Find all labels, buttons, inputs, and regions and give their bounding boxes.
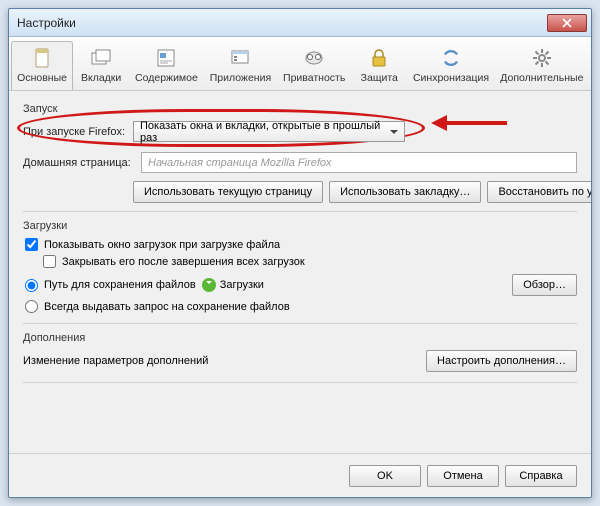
close-icon bbox=[562, 18, 572, 28]
tabs-icon bbox=[89, 46, 113, 70]
content-icon bbox=[154, 46, 178, 70]
tab-general[interactable]: Основные bbox=[11, 41, 73, 90]
general-icon bbox=[30, 46, 54, 70]
privacy-icon bbox=[302, 46, 326, 70]
downloads-folder-icon bbox=[202, 278, 216, 292]
always-ask-label: Всегда выдавать запрос на сохранение фай… bbox=[44, 301, 290, 313]
startup-label: При запуске Firefox: bbox=[23, 126, 125, 138]
addons-section-title: Дополнения bbox=[23, 332, 577, 344]
tab-security[interactable]: Защита bbox=[351, 41, 407, 90]
cancel-button[interactable]: Отмена bbox=[427, 465, 499, 487]
tab-sync[interactable]: Синхронизация bbox=[407, 41, 494, 90]
window-title: Настройки bbox=[17, 16, 547, 30]
save-to-path-label: Путь для сохранения файлов bbox=[44, 279, 196, 291]
use-current-page-button[interactable]: Использовать текущую страницу bbox=[133, 181, 323, 203]
titlebar: Настройки bbox=[9, 9, 591, 37]
tab-toolbar: Основные Вкладки Содержимое Приложения П… bbox=[9, 37, 591, 91]
homepage-label: Домашняя страница: bbox=[23, 157, 133, 169]
settings-window: Настройки Основные Вкладки Содержимое Пр… bbox=[8, 8, 592, 498]
configure-addons-button[interactable]: Настроить дополнения… bbox=[426, 350, 577, 372]
homepage-input[interactable] bbox=[141, 152, 577, 173]
startup-section-title: Запуск bbox=[23, 103, 577, 115]
ok-button[interactable]: OK bbox=[349, 465, 421, 487]
content-area: Запуск При запуске Firefox: Показать окн… bbox=[9, 91, 591, 453]
restore-default-button[interactable]: Восстановить по умолчанию bbox=[487, 181, 591, 203]
close-after-downloads-label: Закрывать его после завершения всех загр… bbox=[62, 256, 305, 268]
use-bookmark-button[interactable]: Использовать закладку… bbox=[329, 181, 481, 203]
show-download-window-checkbox[interactable] bbox=[25, 238, 38, 251]
close-button[interactable] bbox=[547, 14, 587, 32]
tab-privacy[interactable]: Приватность bbox=[277, 41, 351, 90]
downloads-section-title: Загрузки bbox=[23, 220, 577, 232]
dialog-footer: OK Отмена Справка bbox=[9, 453, 591, 497]
gear-icon bbox=[530, 46, 554, 70]
help-button[interactable]: Справка bbox=[505, 465, 577, 487]
downloads-folder-name: Загрузки bbox=[220, 279, 264, 291]
tab-advanced[interactable]: Дополнительные bbox=[495, 41, 589, 90]
close-after-downloads-checkbox[interactable] bbox=[43, 255, 56, 268]
show-download-window-label: Показывать окно загрузок при загрузке фа… bbox=[44, 239, 280, 251]
browse-button[interactable]: Обзор… bbox=[512, 274, 577, 296]
startup-action-dropdown[interactable]: Показать окна и вкладки, открытые в прош… bbox=[133, 121, 405, 142]
addons-desc: Изменение параметров дополнений bbox=[23, 355, 208, 367]
tab-content[interactable]: Содержимое bbox=[129, 41, 204, 90]
apps-icon bbox=[228, 46, 252, 70]
lock-icon bbox=[367, 46, 391, 70]
always-ask-radio[interactable] bbox=[25, 300, 38, 313]
save-to-path-radio[interactable] bbox=[25, 279, 38, 292]
tab-tabs[interactable]: Вкладки bbox=[73, 41, 129, 90]
sync-icon bbox=[439, 46, 463, 70]
tab-apps[interactable]: Приложения bbox=[204, 41, 277, 90]
